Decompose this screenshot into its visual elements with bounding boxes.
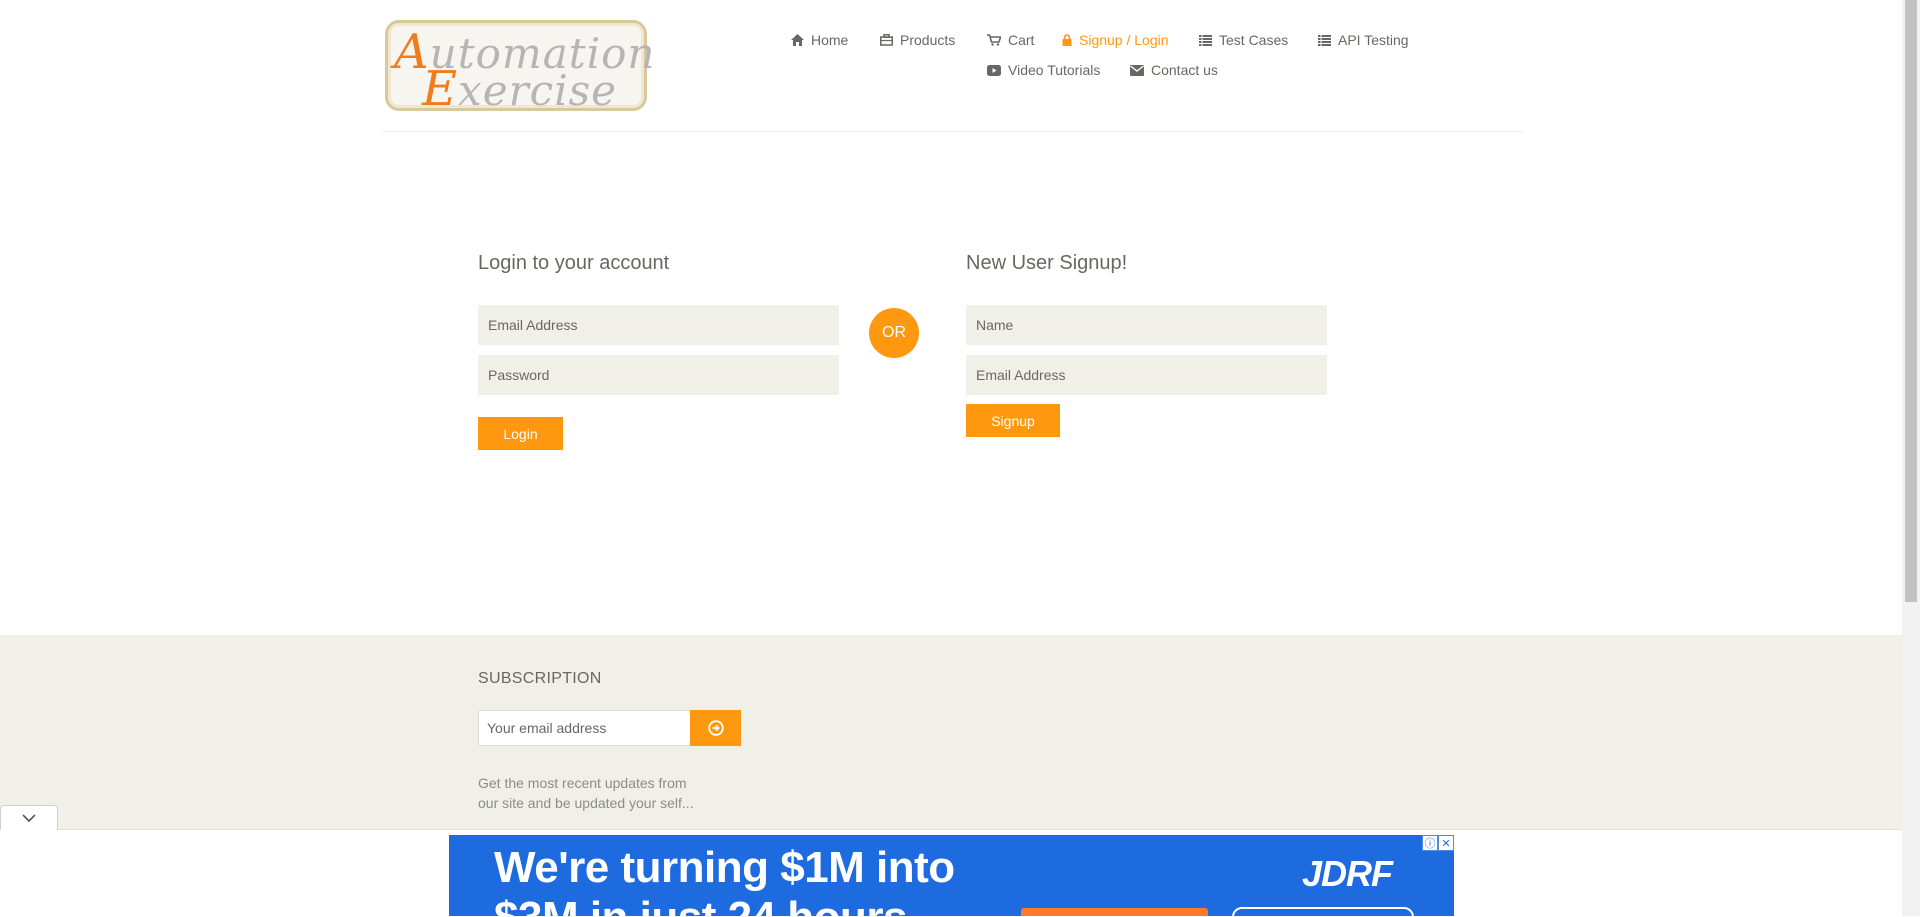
envelope-icon <box>1130 64 1144 76</box>
briefcase-icon <box>880 34 893 46</box>
chevron-down-icon <box>22 814 36 822</box>
signup-button[interactable]: Signup <box>966 404 1060 437</box>
signup-name-input[interactable] <box>966 305 1327 345</box>
nav-item-signup-login[interactable]: Signup / Login <box>1062 32 1169 48</box>
nav-item-products[interactable]: Products <box>880 32 955 48</box>
home-icon <box>791 34 804 46</box>
nav-item-test-cases[interactable]: Test Cases <box>1199 32 1288 48</box>
nav-item-video-tutorials[interactable]: Video Tutorials <box>987 62 1100 78</box>
ad-close-icon[interactable]: ✕ <box>1438 835 1454 851</box>
arrow-circle-right-icon <box>707 720 724 736</box>
signup-title: New User Signup! <box>966 252 1128 274</box>
ad-collapse-toggle[interactable] <box>0 805 58 830</box>
login-email-input[interactable] <box>478 305 839 345</box>
ad-secondary-button[interactable] <box>1232 907 1414 916</box>
login-password-input[interactable] <box>478 355 839 395</box>
list-icon <box>1199 34 1212 46</box>
subscription-description: Get the most recent updates from our sit… <box>478 775 694 811</box>
site-header: Automation Exercise <box>382 0 1524 132</box>
ad-info-icon[interactable]: ⓘ <box>1422 835 1438 851</box>
site-logo[interactable]: Automation Exercise <box>385 20 654 113</box>
or-divider: OR <box>869 308 919 358</box>
subscription-title: SUBSCRIPTION <box>478 670 602 687</box>
ad-brand-logo: JDRF <box>1302 853 1393 894</box>
nav-item-cart[interactable]: Cart <box>987 32 1034 48</box>
ad-headline-second-line: $3M in just 24 hours <box>494 893 907 916</box>
login-title: Login to your account <box>478 252 670 274</box>
nav-item-api-testing[interactable]: API Testing <box>1318 32 1409 48</box>
subscription-email-input[interactable] <box>478 710 691 746</box>
lock-icon <box>1062 34 1072 46</box>
youtube-icon <box>987 64 1001 76</box>
nav-item-home[interactable]: Home <box>791 32 848 48</box>
ad-cta-button[interactable] <box>1021 908 1208 916</box>
login-button[interactable]: Login <box>478 417 563 450</box>
ad-banner[interactable]: We're turning $1M into $3M in just 24 ho… <box>449 835 1454 916</box>
subscribe-button[interactable] <box>690 710 741 746</box>
list-icon <box>1318 34 1331 46</box>
signup-email-input[interactable] <box>966 355 1327 395</box>
nav-item-contact-us[interactable]: Contact us <box>1130 62 1218 78</box>
page-scrollbar[interactable] <box>1902 0 1920 916</box>
scrollbar-thumb[interactable] <box>1905 0 1917 602</box>
ad-headline: We're turning $1M into <box>494 843 955 892</box>
cart-icon <box>987 34 1001 46</box>
